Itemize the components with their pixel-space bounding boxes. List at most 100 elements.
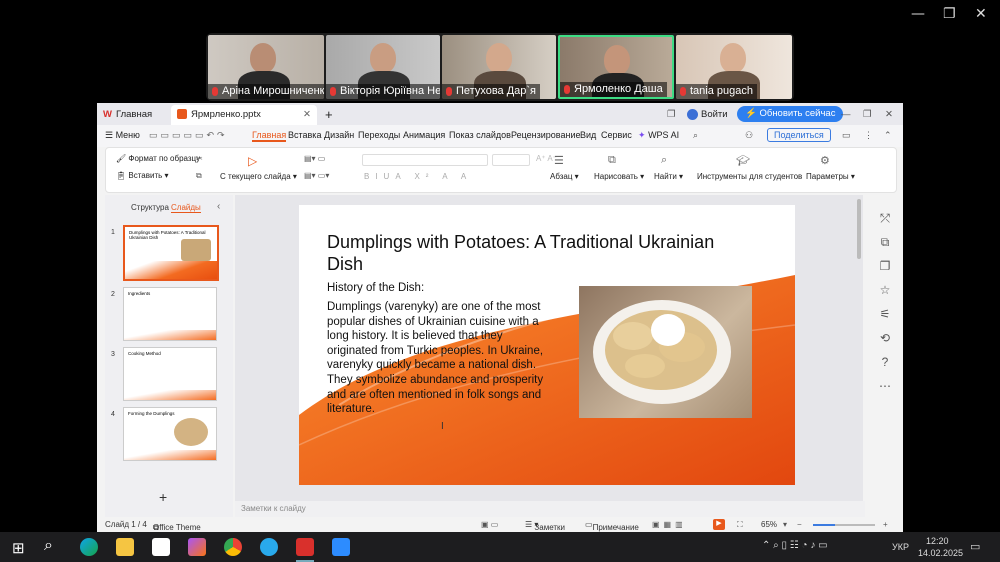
zoom-app-icon[interactable] — [332, 538, 350, 556]
file-explorer-icon[interactable] — [116, 538, 134, 556]
language-indicator[interactable]: УКР — [892, 542, 909, 552]
fit-icon[interactable]: ⛶ — [737, 520, 743, 530]
shapes-icon[interactable]: ⧉ — [608, 154, 616, 167]
slide-thumbnail-2[interactable]: Ingredients — [123, 287, 217, 341]
tool-icon[interactable]: ⧉ — [867, 235, 903, 250]
window-close-icon[interactable]: ✕ — [885, 105, 893, 125]
more-icon[interactable]: ⋯ — [867, 379, 903, 393]
menu-item-home[interactable]: Главная — [252, 130, 287, 142]
comment-icon[interactable]: ▭ — [842, 130, 851, 141]
paragraph-icon[interactable]: ☰ — [554, 154, 564, 167]
format-painter-button[interactable]: 🖌︎ Формат по образцу — [116, 154, 200, 163]
comment-toggle[interactable]: ▭ Примечание — [585, 520, 639, 532]
telegram-icon[interactable] — [260, 538, 278, 556]
tool-icon[interactable]: ❐ — [867, 259, 903, 273]
tab-file[interactable]: Ярмрленко.pptx ✕ — [171, 105, 317, 125]
tab-home[interactable]: W Главная — [103, 105, 167, 125]
copy-icon[interactable]: ⧉ — [196, 171, 202, 181]
menu-item-insert[interactable]: Вставка — [288, 130, 321, 140]
font-size-field[interactable] — [492, 154, 530, 166]
more-icon[interactable]: ⋮ — [864, 130, 873, 141]
search-icon[interactable]: ⌕ — [693, 130, 698, 141]
quick-access-icons[interactable]: ▭▭▭▭▭↶↷ — [149, 130, 228, 141]
edge-browser-icon[interactable] — [80, 538, 98, 556]
windows-start-icon[interactable]: ⊞ — [12, 539, 25, 557]
menu-item-review[interactable]: Рецензирование — [511, 130, 581, 140]
update-now-button[interactable]: ⚡ Обновить сейчас — [737, 106, 844, 122]
student-tools-button[interactable]: Инструменты для студентов — [697, 172, 802, 181]
window-minimize-icon[interactable]: — — [841, 105, 851, 125]
star-icon[interactable]: ☆ — [867, 283, 903, 297]
share-button[interactable]: Поделиться — [767, 128, 831, 142]
windows-icon[interactable]: ❐ — [667, 105, 676, 125]
tab-structure[interactable]: Структура — [131, 203, 169, 212]
draw-button[interactable]: Нарисовать ▾ — [594, 172, 644, 181]
vertical-scrollbar[interactable] — [857, 199, 861, 259]
notes-area[interactable]: Заметки к слайду — [235, 501, 865, 517]
slide-thumbnail-3[interactable]: Cooking Method — [123, 347, 217, 401]
add-slide-button[interactable]: + — [159, 489, 167, 505]
from-current-slide-button[interactable]: С текущего слайда ▾ — [220, 172, 297, 181]
menu-item-view[interactable]: Вид — [580, 130, 596, 140]
history-icon[interactable]: ⟲ — [867, 331, 903, 345]
close-button[interactable]: ✕ — [975, 6, 987, 22]
zoom-dropdown-icon[interactable]: ▾ — [783, 520, 787, 529]
cut-icon[interactable]: ✂ — [196, 154, 203, 163]
current-slide[interactable]: Dumplings with Potatoes: A Traditional U… — [299, 205, 795, 485]
play-icon[interactable]: ▷ — [248, 154, 257, 168]
find-icon[interactable]: ⌕ — [661, 154, 667, 167]
window-restore-icon[interactable]: ❐ — [863, 105, 872, 125]
wps-ai-button[interactable]: ✦ WPS AI — [638, 130, 679, 141]
font-format-buttons[interactable]: BIUA X² A A — [364, 172, 472, 181]
status-icons[interactable]: ▣ ▭ — [481, 520, 498, 529]
clock-date[interactable]: 14.02.2025 — [918, 548, 963, 558]
menu-item-design[interactable]: Дизайн — [324, 130, 354, 140]
participant-tile[interactable]: Вікторія Юріївна Несте... — [326, 35, 440, 99]
menu-item-service[interactable]: Сервис — [601, 130, 632, 140]
participant-tile[interactable]: Петухова Дар`я — [442, 35, 556, 99]
collapse-ribbon-icon[interactable]: ⌃ — [884, 130, 892, 141]
menu-item-slideshow[interactable]: Показ слайдов — [449, 130, 511, 140]
zoom-in-icon[interactable]: + — [883, 520, 888, 529]
settings-button[interactable]: Параметры ▾ — [806, 172, 855, 181]
slide-thumbnail-4[interactable]: Forming the Dumplings — [123, 407, 217, 461]
maximize-button[interactable]: ❐ — [943, 6, 956, 22]
user-icon[interactable]: ⚇ — [745, 130, 753, 141]
zoom-out-icon[interactable]: − — [797, 520, 802, 529]
chrome-icon[interactable] — [224, 538, 242, 556]
sliders-icon[interactable]: ⚟ — [867, 307, 903, 321]
search-icon[interactable]: ⌕ — [44, 537, 53, 555]
participant-tile[interactable]: tania pugach — [676, 35, 792, 99]
tray-icons[interactable]: ⌃ ⌕ ▯ ☷ ◔ ♪ ▭ — [762, 540, 828, 551]
participant-tile[interactable]: Аріна Мирошниченко — [208, 35, 324, 99]
tool-icon[interactable]: ⤱ — [867, 211, 903, 226]
participant-tile-active[interactable]: Ярмоленко Даша — [558, 35, 674, 99]
store-icon[interactable] — [152, 538, 170, 556]
font-name-field[interactable] — [362, 154, 488, 166]
tab-slides[interactable]: Слайды — [171, 203, 201, 213]
minimize-button[interactable]: — — [911, 6, 925, 22]
menu-item-animation[interactable]: Анимация — [403, 130, 445, 140]
copilot-icon[interactable] — [188, 538, 206, 556]
help-icon[interactable]: ? — [867, 355, 903, 369]
clock-time[interactable]: 12:20 — [926, 536, 949, 546]
close-tab-icon[interactable]: ✕ — [303, 105, 311, 125]
slideshow-play-icon[interactable]: ▶ — [713, 519, 725, 530]
menu-item-transitions[interactable]: Переходы — [358, 130, 400, 140]
settings-icon[interactable]: ⚙ — [820, 154, 830, 167]
paragraph-button[interactable]: Абзац ▾ — [550, 172, 579, 181]
slide-thumbnail-1[interactable]: Dumplings with Potatoes: A Traditional U… — [123, 225, 219, 281]
login-button[interactable]: Войти — [687, 105, 728, 125]
layout-icon[interactable]: ▤▾ ▭▾ — [304, 171, 329, 180]
view-mode-buttons[interactable]: ▣▦▥ — [652, 520, 687, 529]
new-tab-button[interactable]: + — [325, 105, 333, 125]
notifications-icon[interactable]: ▭ — [970, 540, 980, 553]
notes-toggle[interactable]: ☰ Заметки ▾ — [525, 520, 565, 532]
zoom-level[interactable]: 65% — [761, 520, 777, 529]
paste-button[interactable]: 📋︎ Вставить ▾ — [116, 171, 169, 180]
graduation-cap-icon[interactable]: 🎓︎ — [736, 154, 750, 167]
find-button[interactable]: Найти ▾ — [654, 172, 683, 181]
wps-taskbar-icon[interactable] — [296, 538, 314, 556]
new-slide-icon[interactable]: ▤▾ ▭ — [304, 154, 325, 163]
collapse-panel-icon[interactable]: ‹ — [217, 201, 220, 212]
